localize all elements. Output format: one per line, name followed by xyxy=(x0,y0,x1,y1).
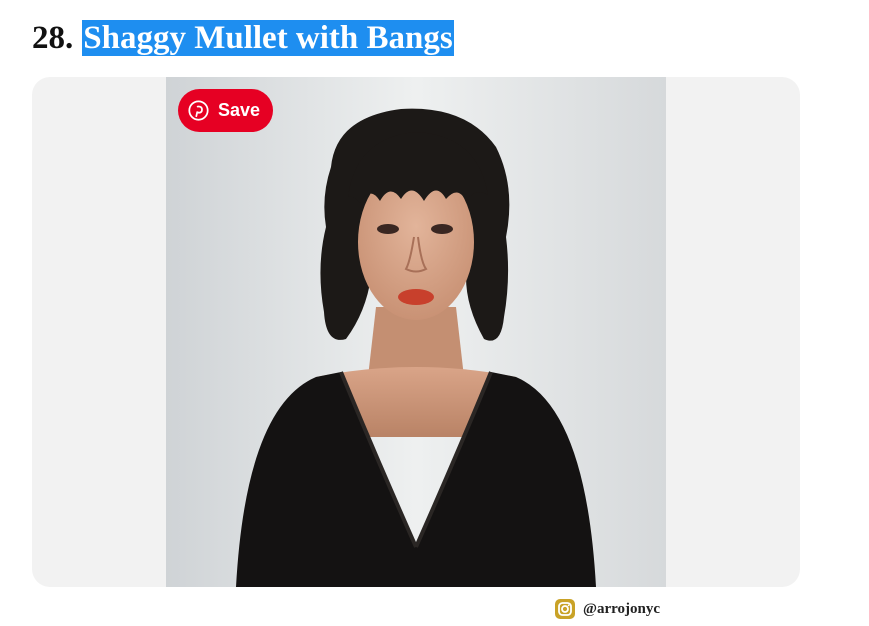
pinterest-save-button[interactable]: Save xyxy=(178,89,273,132)
instagram-icon xyxy=(555,599,575,619)
heading-title-selected[interactable]: Shaggy Mullet with Bangs xyxy=(82,20,454,56)
credit-handle: @arrojonyc xyxy=(583,600,660,617)
save-label: Save xyxy=(218,100,261,120)
heading-number: 28. xyxy=(32,20,74,56)
lips xyxy=(398,289,434,305)
image-frame: Save xyxy=(32,77,800,587)
pinterest-icon xyxy=(188,100,209,121)
article-heading: 28. Shaggy Mullet with Bangs xyxy=(32,18,454,58)
photo-credit[interactable]: @arrojonyc xyxy=(555,598,660,620)
right-eye xyxy=(431,224,453,234)
hairstyle-photo[interactable] xyxy=(166,77,666,587)
left-eye xyxy=(377,224,399,234)
